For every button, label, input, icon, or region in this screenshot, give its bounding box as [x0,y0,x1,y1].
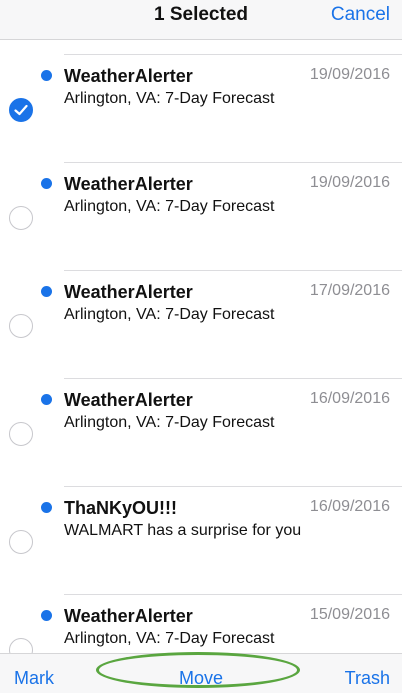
unread-dot-icon [41,70,52,81]
unread-dot-icon [41,178,52,189]
sender-name: WeatherAlerter [64,282,193,302]
sender-name: WeatherAlerter [64,174,193,194]
message-date: 16/09/2016 [309,390,390,407]
selection-circle[interactable] [9,314,33,338]
unread-dot-icon [41,286,52,297]
message-date: 15/09/2016 [309,606,390,623]
sender-name: WeatherAlerter [64,66,193,86]
mark-button[interactable]: Mark [14,668,54,689]
message-subject: Arlington, VA: 7-Day Forecast [64,414,275,431]
selection-circle[interactable] [9,638,33,653]
selection-circle[interactable] [9,530,33,554]
message-row[interactable]: WeatherAlerter 15/09/2016 Arlington, VA:… [0,595,402,653]
message-subject: WALMART has a surprise for you [64,522,302,539]
unread-dot-icon [41,394,52,405]
message-date: 19/09/2016 [309,174,390,191]
highlight-oval [96,652,300,688]
sender-name: ThaNKyOU!!! [64,498,177,518]
message-subject: Arlington, VA: 7-Day Forecast [64,306,275,323]
selection-circle[interactable] [9,422,33,446]
sender-name: WeatherAlerter [64,390,193,410]
message-list: WeatherAlerter 19/09/2016 Arlington, VA:… [0,40,402,653]
message-row[interactable]: WeatherAlerter 19/09/2016 Arlington, VA:… [0,163,402,271]
checkmark-icon[interactable] [9,98,33,122]
message-row[interactable]: WeatherAlerter 19/09/2016 Arlington, VA:… [0,55,402,163]
unread-dot-icon [41,502,52,513]
message-row[interactable]: WeatherAlerter 17/09/2016 Arlington, VA:… [0,271,402,379]
message-date: 19/09/2016 [309,66,390,83]
message-date: 16/09/2016 [309,498,390,515]
sender-name: WeatherAlerter [64,606,193,626]
message-row[interactable]: WeatherAlerter 16/09/2016 Arlington, VA:… [0,379,402,487]
message-subject: Arlington, VA: 7-Day Forecast [64,198,275,215]
unread-dot-icon [41,610,52,621]
selection-circle[interactable] [9,206,33,230]
trash-button[interactable]: Trash [345,668,390,689]
message-date: 17/09/2016 [309,282,390,299]
message-subject: Arlington, VA: 7-Day Forecast [64,90,275,107]
mail-edit-screen: 1 Selected Cancel WeatherAlerter 19/09/2… [0,0,402,693]
message-row[interactable]: ThaNKyOU!!! 16/09/2016 WALMART has a sur… [0,487,402,595]
nav-bar: 1 Selected Cancel [0,0,402,40]
cancel-button[interactable]: Cancel [331,4,390,26]
message-subject: Arlington, VA: 7-Day Forecast [64,630,275,647]
